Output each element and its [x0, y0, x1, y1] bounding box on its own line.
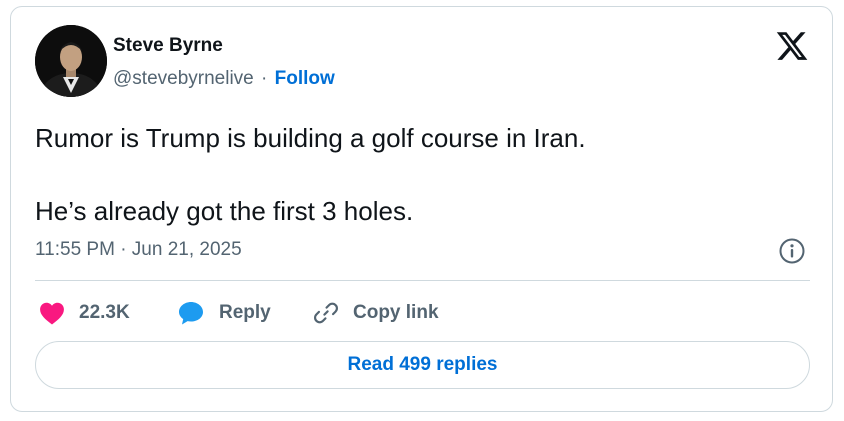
- timestamp[interactable]: 11:55 PM · Jun 21, 2025: [35, 239, 242, 261]
- divider: [35, 280, 810, 281]
- reply-label: Reply: [219, 302, 271, 323]
- reply-bubble-icon: [179, 302, 203, 325]
- tweet-text-line-2: He’s already got the first 3 holes.: [35, 196, 414, 226]
- reply-button[interactable]: Reply: [177, 297, 271, 329]
- heart-icon: [40, 302, 64, 325]
- follow-button[interactable]: Follow: [275, 68, 335, 89]
- author-name[interactable]: Steve Byrne: [113, 35, 223, 57]
- link-icon: [314, 302, 338, 324]
- tweet-text-line-1: Rumor is Trump is building a golf course…: [35, 123, 586, 153]
- copy-link-button[interactable]: Copy link: [313, 297, 439, 329]
- author-handle[interactable]: @stevebyrnelive: [113, 68, 254, 89]
- x-logo-icon[interactable]: [775, 29, 809, 63]
- info-icon[interactable]: [778, 237, 806, 265]
- separator-dot: ·: [261, 68, 268, 89]
- tweet-card: Steve Byrne @stevebyrnelive · Follow Rum…: [10, 6, 833, 412]
- copy-link-label: Copy link: [353, 302, 439, 323]
- like-button[interactable]: 22.3K: [39, 297, 130, 329]
- avatar[interactable]: [35, 25, 107, 97]
- like-count: 22.3K: [79, 302, 130, 323]
- handle-row: @stevebyrnelive · Follow: [113, 68, 335, 90]
- read-replies-button[interactable]: Read 499 replies: [35, 341, 810, 389]
